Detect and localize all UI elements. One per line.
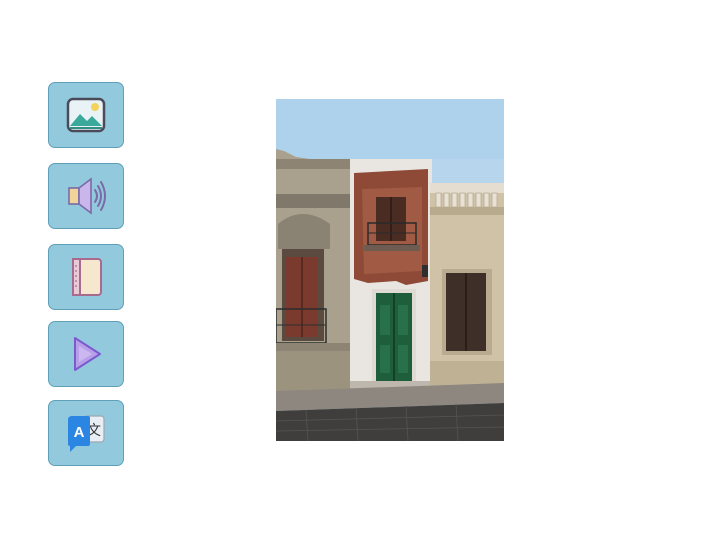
speaker-icon (63, 174, 109, 218)
audio-button[interactable] (48, 163, 124, 229)
main-photo (276, 99, 504, 441)
play-button[interactable] (48, 321, 124, 387)
translate-glyph-left: A (74, 424, 85, 441)
play-icon (66, 333, 106, 375)
notebook-button[interactable] (48, 244, 124, 310)
image-button[interactable] (48, 82, 124, 148)
translate-icon: 文 A (64, 412, 108, 454)
tool-sidebar: 文 A (48, 82, 124, 466)
translate-button[interactable]: 文 A (48, 400, 124, 466)
image-icon (65, 96, 107, 134)
notebook-icon (68, 256, 104, 298)
